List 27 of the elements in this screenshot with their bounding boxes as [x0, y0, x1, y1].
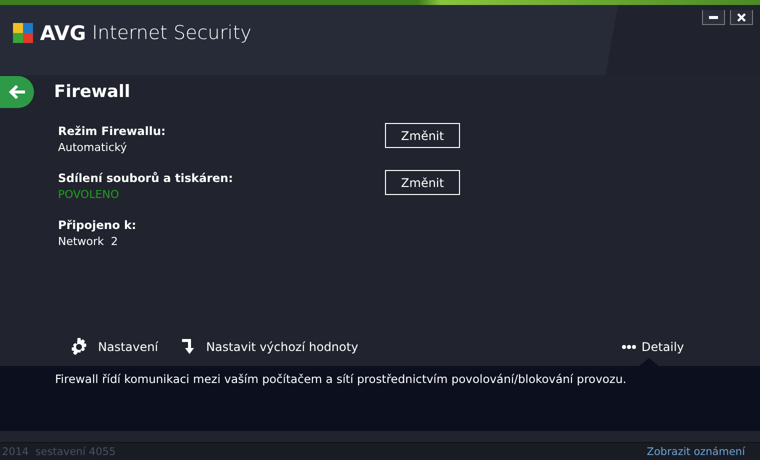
minimize-icon — [709, 16, 718, 18]
close-button[interactable] — [730, 10, 753, 25]
setting-value: Network 2 — [58, 234, 119, 250]
settings-button[interactable]: Nastavení — [70, 338, 158, 356]
setting-value: Automatický — [58, 140, 128, 156]
close-icon — [737, 12, 746, 22]
logo-icon — [12, 22, 34, 44]
change-button[interactable]: Změnit — [385, 170, 460, 195]
window-title: Internet Security — [92, 22, 252, 44]
settings-icon — [70, 338, 88, 356]
back-arrow-icon — [8, 84, 26, 100]
product-logo: AVG — [40, 21, 86, 45]
status-value: POVOLENO — [58, 187, 120, 203]
change-button[interactable]: Změnit — [385, 123, 460, 148]
description-text: Firewall řídí komunikaci mezi vaším počítačem a sítí prostřednictvím povolování/blokování provozu. — [55, 372, 626, 386]
more-icon — [622, 345, 636, 349]
reset-defaults-button[interactable]: Nastavit výchozí hodnoty — [182, 339, 358, 355]
setting-label: Režim Firewallu: — [58, 123, 166, 140]
details-button[interactable]: Detaily — [622, 340, 684, 354]
setting-label: Sdílení souborů a tiskáren: — [58, 170, 233, 187]
back-button[interactable] — [0, 76, 34, 108]
minimize-button[interactable] — [702, 10, 725, 25]
notifications-link[interactable]: Zobrazit oznámení — [646, 446, 745, 458]
setting-label: Připojeno k: — [58, 217, 136, 234]
page-title: Firewall — [54, 82, 130, 102]
build-info: 2014 sestavení 4055 — [2, 446, 116, 458]
arrow-down-icon — [182, 339, 196, 355]
